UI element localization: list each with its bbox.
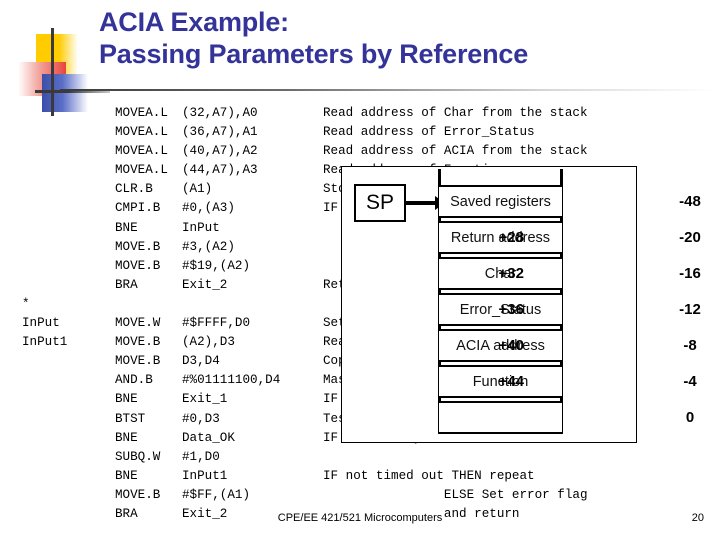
stack-pointer-label: SP [365,191,394,214]
code-mnemonic: SUBQ.W [115,449,161,464]
stack-right-offset: -4 [683,373,697,390]
code-operand: Data_OK [182,430,235,445]
stack-left-offset: +32 [498,265,524,282]
code-mnemonic: MOVEA.L [115,144,168,159]
code-operand: #0,D3 [182,411,220,426]
comment-line [323,448,588,467]
code-mnemonic: MOVE.B [115,487,161,502]
decorative-logo [18,28,110,116]
stack-frame-figure: SP Saved registers -48 Return address +28 -2… [341,166,701,443]
code-label: * [22,296,30,311]
code-operand: #0,(A3) [182,201,235,216]
stack-pointer-box: SP [354,184,406,222]
code-mnemonic: BRA [115,277,138,292]
stack-right-offset: -12 [679,301,701,318]
code-operand: D3,D4 [182,354,220,369]
comment-line: Read address of Char from the stack [323,106,588,120]
code-mnemonic: MOVE.B [115,258,161,273]
stack-cell [439,401,562,434]
code-mnemonic: MOVEA.L [115,163,168,178]
slide: ACIA Example: Passing Parameters by Refe… [0,0,720,540]
stack-right-offset: -20 [679,229,701,246]
code-operand: #$FF,(A1) [182,487,251,502]
code-operand: #$19,(A2) [182,258,251,273]
code-operand: #%01111100,D4 [182,373,281,388]
code-mnemonic: CLR.B [115,182,153,197]
comment-line: ELSE Set error flag [323,487,588,502]
comment-line: Read address of Error_Status [323,125,535,140]
code-mnemonic: BTST [115,411,146,426]
stack-left-offset: +44 [498,373,524,390]
logo-blue-square [42,74,88,112]
footer-course: CPE/EE 421/521 Microcomputers [277,512,443,524]
stack-left-offset: +28 [498,229,524,246]
comment-line: Read address of ACIA from the stack [323,144,588,159]
stack-right-offset: -16 [679,265,701,282]
code-operand: #3,(A2) [182,239,235,254]
code-mnemonic: BNE [115,430,138,445]
code-operand: (40,A7),A2 [182,144,258,159]
code-mnemonic: MOVE.B [115,354,161,369]
code-operand: #$FFFF,D0 [182,316,251,331]
code-mnemonic: BNE [115,220,138,235]
code-label: InPut [22,316,60,331]
title-divider [60,89,715,91]
code-mnemonic: MOVEA.L [115,125,168,140]
code-mnemonic: CMPI.B [115,201,161,216]
code-mnemonic: AND.B [115,373,153,388]
code-operand: Exit_1 [182,392,228,407]
code-mnemonic: MOVEA.L [115,106,168,120]
stack-right-offset: -48 [679,193,701,210]
page-title-line-2: Passing Parameters by Reference [99,39,529,69]
code-operand: InPut1 [182,468,228,483]
stack-left-offset: +40 [498,337,524,354]
code-mnemonic: BNE [115,468,138,483]
code-operand: (A1) [182,182,213,197]
footer-page-number: 20 [691,512,704,524]
code-operand: (32,A7),A0 [182,106,258,120]
code-operand: (36,A7),A1 [182,125,258,140]
code-mnemonic: BNE [115,392,138,407]
stack-cell-label: Saved registers [450,193,551,210]
stack-right-offset: 0 [685,409,695,426]
comment-line: IF not timed out THEN repeat [323,468,535,483]
code-mnemonic: MOVE.B [115,335,161,350]
code-operand: Exit_2 [182,277,228,292]
code-label: InPut1 [22,335,68,350]
stack-left-offset: +36 [498,301,524,318]
code-operand: InPut [182,220,220,235]
logo-vertical-bar [51,28,54,116]
code-mnemonic: MOVE.B [115,239,161,254]
code-operand: (44,A7),A3 [182,163,258,178]
page-title-line-1: ACIA Example: [99,7,289,37]
code-operand: (A2),D3 [182,335,235,350]
stack-cell: Saved registers [439,185,562,218]
stack-pointer-arrow-icon [406,196,445,210]
stack-right-offset: -8 [683,337,697,354]
page-title: ACIA Example: Passing Parameters by Refe… [99,6,699,70]
code-operand: #1,D0 [182,449,220,464]
code-mnemonic: MOVE.W [115,316,161,331]
